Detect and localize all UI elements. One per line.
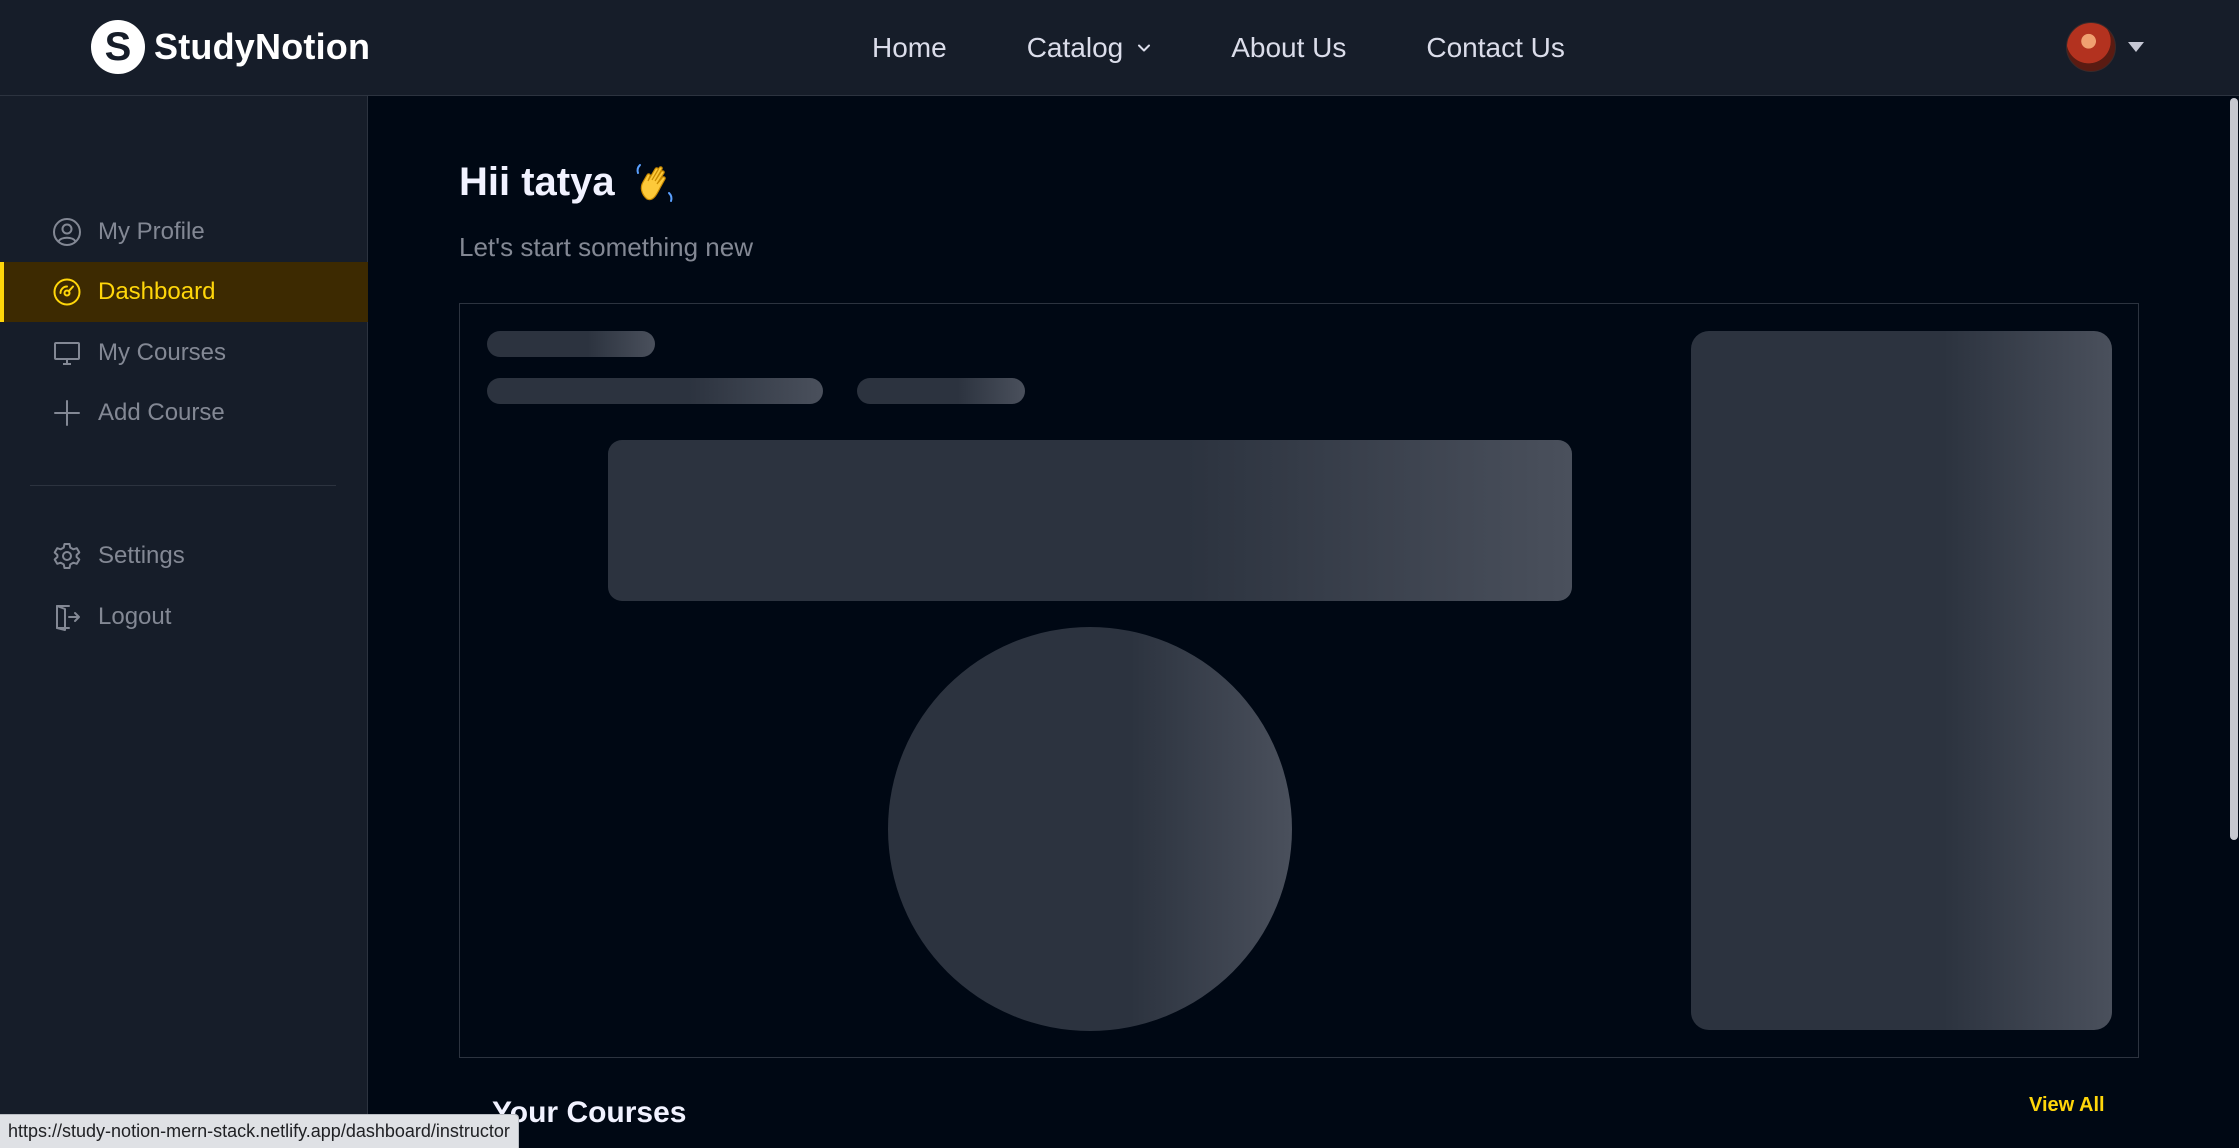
sidebar: My Profile Dashboard My Courses Add Cour… bbox=[0, 96, 368, 1148]
status-url: https://study-notion-mern-stack.netlify.… bbox=[8, 1121, 510, 1141]
sidebar-item-dashboard[interactable]: Dashboard bbox=[0, 262, 368, 322]
view-all-link[interactable]: View All bbox=[2029, 1094, 2105, 1117]
sidebar-item-logout[interactable]: Logout bbox=[0, 587, 368, 647]
user-circle-icon bbox=[52, 217, 82, 247]
chevron-down-icon bbox=[1137, 41, 1151, 55]
gear-icon bbox=[52, 541, 82, 571]
browser-status-bar: https://study-notion-mern-stack.netlify.… bbox=[0, 1114, 519, 1148]
skeleton-banner bbox=[608, 440, 1572, 601]
sidebar-item-label: Logout bbox=[98, 603, 172, 630]
monitor-icon bbox=[52, 338, 82, 368]
nav-home-label: Home bbox=[872, 32, 947, 63]
sidebar-item-settings[interactable]: Settings bbox=[0, 526, 368, 586]
sidebar-item-add-course[interactable]: Add Course bbox=[0, 383, 368, 443]
sidebar-item-my-courses[interactable]: My Courses bbox=[0, 323, 368, 383]
your-courses-heading: Your Courses bbox=[492, 1096, 687, 1129]
main-nav: Home Catalog About Us Contact Us bbox=[872, 28, 1565, 68]
brand-name: StudyNotion bbox=[154, 26, 371, 67]
skeleton-stats-panel bbox=[1691, 331, 2112, 1030]
app-frame: S StudyNotion Home Catalog About Us Cont… bbox=[0, 0, 2239, 1148]
sidebar-divider bbox=[30, 485, 336, 486]
nav-about-label: About Us bbox=[1231, 32, 1347, 63]
nav-catalog-link[interactable]: Catalog bbox=[1027, 32, 1152, 64]
nav-contact-link[interactable]: Contact Us bbox=[1426, 32, 1565, 64]
sidebar-item-label: My Profile bbox=[98, 218, 205, 245]
page-title: Hii tatya bbox=[459, 160, 677, 205]
sidebar-item-label: Add Course bbox=[98, 399, 225, 426]
nav-catalog-label: Catalog bbox=[1026, 32, 1124, 63]
logout-icon bbox=[52, 602, 82, 632]
sidebar-item-label: Settings bbox=[98, 542, 185, 569]
avatar bbox=[2066, 22, 2116, 72]
gauge-icon bbox=[52, 277, 82, 307]
skeleton-tab-bar bbox=[857, 378, 1025, 404]
profile-dropdown[interactable] bbox=[2066, 20, 2144, 74]
top-navbar: S StudyNotion Home Catalog About Us Cont… bbox=[0, 0, 2239, 96]
scrollbar-thumb[interactable] bbox=[2230, 98, 2238, 840]
nav-home-link[interactable]: Home bbox=[872, 32, 947, 64]
sidebar-item-label: Dashboard bbox=[98, 278, 216, 305]
logo-mark-icon: S bbox=[91, 20, 145, 74]
brand-logo[interactable]: S StudyNotion bbox=[91, 19, 370, 75]
skeleton-pie-chart bbox=[888, 627, 1292, 1031]
plus-icon bbox=[52, 398, 82, 428]
nav-about-link[interactable]: About Us bbox=[1231, 32, 1346, 64]
waving-hand-icon bbox=[633, 161, 677, 205]
stats-loading-skeleton bbox=[459, 303, 2139, 1058]
sidebar-item-label: My Courses bbox=[98, 339, 227, 366]
greeting-text: Hii tatya bbox=[459, 160, 615, 204]
caret-down-icon bbox=[2128, 42, 2144, 52]
nav-contact-label: Contact Us bbox=[1426, 32, 1565, 63]
page-subtitle: Let's start something new bbox=[459, 232, 753, 262]
sidebar-item-my-profile[interactable]: My Profile bbox=[0, 202, 368, 262]
skeleton-title-bar bbox=[487, 331, 655, 357]
skeleton-tab-bar bbox=[487, 378, 823, 404]
